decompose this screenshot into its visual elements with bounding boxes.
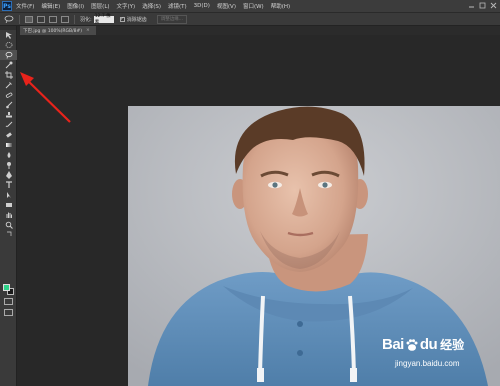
- eyedropper-icon[interactable]: [0, 80, 17, 90]
- brush-icon[interactable]: [0, 100, 17, 110]
- quick-select-icon[interactable]: [0, 60, 17, 70]
- document-tab[interactable]: 下巴.jpg @ 100%(RGB/8#) ×: [20, 26, 96, 35]
- crop-icon[interactable]: [0, 70, 17, 80]
- minimize-icon[interactable]: [468, 2, 475, 9]
- divider: [19, 14, 20, 24]
- close-icon[interactable]: ×: [86, 28, 90, 33]
- menu-3d[interactable]: 3D(D): [194, 3, 210, 9]
- add-selection-icon[interactable]: [37, 15, 45, 23]
- tools-panel: [0, 26, 17, 386]
- lasso-preset-icon[interactable]: [4, 15, 14, 23]
- close-window-icon[interactable]: [490, 2, 497, 9]
- jingyan-label: 经验: [440, 338, 465, 352]
- menu-help[interactable]: 帮助(H): [271, 2, 290, 10]
- menu-layer[interactable]: 图层(L): [91, 2, 109, 10]
- menu-image[interactable]: 图像(I): [67, 2, 84, 10]
- hand-icon[interactable]: [0, 210, 17, 220]
- marquee-icon[interactable]: [0, 40, 17, 50]
- zoom-icon[interactable]: [0, 220, 17, 230]
- new-selection-icon[interactable]: [25, 15, 33, 23]
- divider: [74, 14, 75, 24]
- photoshop-logo: Ps: [2, 1, 12, 11]
- document-tab-bar: 下巴.jpg @ 100%(RGB/8#) ×: [20, 26, 500, 35]
- screen-mode-icon[interactable]: [4, 309, 13, 316]
- stamp-icon[interactable]: [0, 110, 17, 120]
- subtract-selection-icon[interactable]: [49, 15, 57, 23]
- dodge-icon[interactable]: [0, 160, 17, 170]
- menu-select[interactable]: 选择(S): [142, 2, 161, 10]
- move-icon[interactable]: [0, 30, 17, 40]
- baidu-watermark: Bai du 经验: [382, 336, 464, 353]
- feather-input[interactable]: 12.7 像素: [93, 14, 114, 25]
- antialias-label: 消除锯齿: [126, 16, 147, 23]
- shape-icon[interactable]: [0, 200, 17, 210]
- menu-bar: Ps 文件(F) 编辑(E) 图像(I) 图层(L) 文字(Y) 选择(S) 滤…: [0, 0, 500, 12]
- pen-icon[interactable]: [0, 170, 17, 180]
- type-icon[interactable]: [0, 180, 17, 190]
- healing-icon[interactable]: [0, 90, 17, 100]
- menu-edit[interactable]: 编辑(E): [41, 2, 60, 10]
- quick-mask-icon[interactable]: [4, 298, 13, 305]
- menu-window[interactable]: 窗口(W): [243, 2, 264, 10]
- menu-filter[interactable]: 滤镜(T): [168, 2, 187, 10]
- menu-type[interactable]: 文字(Y): [117, 2, 136, 10]
- swap-colors-icon[interactable]: [0, 230, 17, 238]
- baidu-logo-suffix: du: [419, 336, 438, 353]
- window-controls: [468, 2, 497, 9]
- paw-icon: [406, 338, 418, 351]
- foreground-color-swatch[interactable]: [3, 284, 10, 291]
- intersect-selection-icon[interactable]: [61, 15, 69, 23]
- path-select-icon[interactable]: [0, 190, 17, 200]
- menu-file[interactable]: 文件(F): [16, 2, 34, 10]
- maximize-icon[interactable]: [479, 2, 486, 9]
- watermark-url: jingyan.baidu.com: [395, 359, 460, 368]
- blur-icon[interactable]: [0, 150, 17, 160]
- feather-label: 羽化:: [80, 16, 92, 23]
- antialias-checkbox[interactable]: ✓: [119, 16, 125, 22]
- refine-edge-button[interactable]: 调整边缘...: [156, 14, 187, 24]
- options-bar: 羽化: 12.7 像素 ✓ 消除锯齿 调整边缘...: [0, 12, 500, 26]
- menu-view[interactable]: 视图(V): [217, 2, 236, 10]
- history-brush-icon[interactable]: [0, 120, 17, 130]
- baidu-logo-text: Bai: [382, 336, 404, 353]
- lasso-icon[interactable]: [0, 50, 17, 60]
- document-tab-title: 下巴.jpg @ 100%(RGB/8#): [23, 28, 82, 34]
- gradient-icon[interactable]: [0, 140, 17, 150]
- eraser-icon[interactable]: [0, 130, 17, 140]
